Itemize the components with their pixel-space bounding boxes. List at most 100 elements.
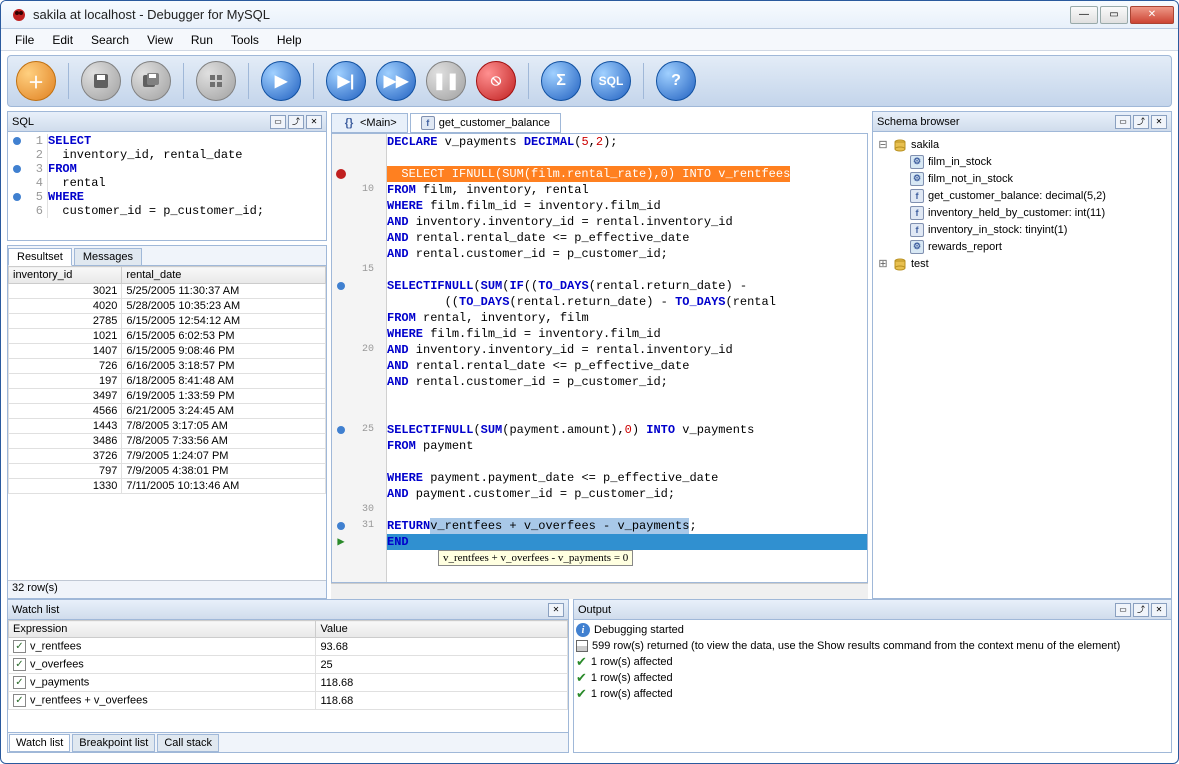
save-button[interactable]	[81, 61, 121, 101]
table-row[interactable]: 14076/15/2005 9:08:46 PM	[9, 344, 326, 359]
column-header[interactable]: Value	[316, 621, 568, 638]
save-all-button[interactable]	[131, 61, 171, 101]
watch-row[interactable]: v_rentfees93.68	[9, 638, 568, 656]
menu-help[interactable]: Help	[269, 31, 310, 49]
schema-tree[interactable]: ⊟sakila⚙film_in_stock⚙film_not_in_stockf…	[873, 132, 1171, 598]
results-grid[interactable]: inventory_idrental_date30215/25/2005 11:…	[8, 266, 326, 580]
pin-icon[interactable]: ⤴	[288, 115, 304, 129]
column-header[interactable]: Expression	[9, 621, 316, 638]
schema-panel: Schema browser ▭ ⤴ ✕ ⊟sakila⚙film_in_sto…	[872, 111, 1172, 599]
checkbox-icon[interactable]	[13, 676, 26, 689]
menu-edit[interactable]: Edit	[44, 31, 81, 49]
check-icon: ✔	[576, 670, 587, 686]
tree-node-item[interactable]: finventory_in_stock: tinyint(1)	[877, 221, 1167, 238]
minimize-button[interactable]: —	[1070, 6, 1098, 24]
close-panel-icon[interactable]: ✕	[306, 115, 322, 129]
tab-call-stack[interactable]: Call stack	[157, 734, 219, 752]
sql-editor[interactable]: 1SELECT2 inventory_id, rental_date3FROM4…	[8, 132, 326, 240]
pin-icon[interactable]: ⤴	[1133, 603, 1149, 617]
checkbox-icon[interactable]	[13, 640, 26, 653]
menu-tools[interactable]: Tools	[223, 31, 267, 49]
add-button[interactable]: ＋	[16, 61, 56, 101]
output-row: ✔1 row(s) affected	[576, 654, 1169, 670]
maximize-button[interactable]: ▭	[1100, 6, 1128, 24]
tree-node-item[interactable]: ⚙film_in_stock	[877, 153, 1167, 170]
output-panel: Output ▭ ⤴ ✕ iDebugging started599 row(s…	[573, 599, 1172, 753]
sql-button[interactable]: SQL	[591, 61, 631, 101]
watch-row[interactable]: v_overfees25	[9, 656, 568, 674]
table-row[interactable]: 13307/11/2005 10:13:46 AM	[9, 479, 326, 494]
menu-search[interactable]: Search	[83, 31, 137, 49]
configure-button[interactable]	[196, 61, 236, 101]
restore-icon[interactable]: ▭	[270, 115, 286, 129]
close-panel-icon[interactable]: ✕	[548, 603, 564, 617]
table-row[interactable]: 7977/9/2005 4:38:01 PM	[9, 464, 326, 479]
menubar: File Edit Search View Run Tools Help	[1, 29, 1178, 51]
code-editor[interactable]: 101520253031▶ DECLARE v_payments DECIMAL…	[331, 133, 868, 583]
pause-button[interactable]: ❚❚	[426, 61, 466, 101]
window-title: sakila at localhost - Debugger for MySQL	[33, 7, 1070, 22]
run-button[interactable]: ▶	[261, 61, 301, 101]
titlebar: sakila at localhost - Debugger for MySQL…	[1, 1, 1178, 29]
tab-function-label: get_customer_balance	[439, 117, 550, 129]
tree-node-item[interactable]: ⚙film_not_in_stock	[877, 170, 1167, 187]
tab-messages[interactable]: Messages	[74, 248, 142, 265]
stop-button[interactable]: ⦸	[476, 61, 516, 101]
checkbox-icon[interactable]	[13, 694, 26, 707]
tree-node-item[interactable]: ⚙rewards_report	[877, 238, 1167, 255]
bottom-area: Watch list ✕ ExpressionValuev_rentfees93…	[1, 599, 1178, 759]
watch-tabs: Watch list Breakpoint list Call stack	[8, 732, 568, 752]
tab-watch-list[interactable]: Watch list	[9, 734, 70, 752]
menu-file[interactable]: File	[7, 31, 42, 49]
tab-breakpoint-list[interactable]: Breakpoint list	[72, 734, 155, 752]
check-icon: ✔	[576, 686, 587, 702]
toolbar: ＋ ▶ ▶| ▶▶ ❚❚ ⦸ Σ SQL ?	[7, 55, 1172, 107]
schema-column: Schema browser ▭ ⤴ ✕ ⊟sakila⚙film_in_sto…	[872, 111, 1172, 599]
table-row[interactable]: 34976/19/2005 1:33:59 PM	[9, 389, 326, 404]
table-row[interactable]: 7266/16/2005 3:18:57 PM	[9, 359, 326, 374]
close-panel-icon[interactable]: ✕	[1151, 115, 1167, 129]
table-row[interactable]: 10216/15/2005 6:02:53 PM	[9, 329, 326, 344]
tab-function[interactable]: f get_customer_balance	[410, 113, 561, 133]
menu-view[interactable]: View	[139, 31, 181, 49]
step-over-button[interactable]: ▶|	[326, 61, 366, 101]
menu-run[interactable]: Run	[183, 31, 221, 49]
restore-icon[interactable]: ▭	[1115, 115, 1131, 129]
output-header: Output ▭ ⤴ ✕	[574, 600, 1171, 620]
table-row[interactable]: 40205/28/2005 10:35:23 AM	[9, 299, 326, 314]
help-button[interactable]: ?	[656, 61, 696, 101]
grid-icon	[576, 640, 588, 652]
evaluate-button[interactable]: Σ	[541, 61, 581, 101]
close-button[interactable]: ✕	[1130, 6, 1174, 24]
schema-title: Schema browser	[877, 116, 1113, 128]
watch-row[interactable]: v_payments118.68	[9, 674, 568, 692]
watch-grid[interactable]: ExpressionValuev_rentfees93.68v_overfees…	[8, 620, 568, 732]
watch-header: Watch list ✕	[8, 600, 568, 620]
tab-resultset[interactable]: Resultset	[8, 248, 72, 266]
restore-icon[interactable]: ▭	[1115, 603, 1131, 617]
tree-node-db[interactable]: ⊞test	[877, 255, 1167, 272]
horizontal-scrollbar[interactable]	[331, 583, 868, 599]
step-into-button[interactable]: ▶▶	[376, 61, 416, 101]
tab-main[interactable]: {} <Main>	[331, 113, 408, 133]
table-row[interactable]: 14437/8/2005 3:17:05 AM	[9, 419, 326, 434]
watch-row[interactable]: v_rentfees + v_overfees118.68	[9, 692, 568, 710]
tree-node-db[interactable]: ⊟sakila	[877, 136, 1167, 153]
table-row[interactable]: 45666/21/2005 3:24:45 AM	[9, 404, 326, 419]
table-row[interactable]: 30215/25/2005 11:30:37 AM	[9, 284, 326, 299]
table-row[interactable]: 34867/8/2005 7:33:56 AM	[9, 434, 326, 449]
output-row: ✔1 row(s) affected	[576, 686, 1169, 702]
table-row[interactable]: 37267/9/2005 1:24:07 PM	[9, 449, 326, 464]
pin-icon[interactable]: ⤴	[1133, 115, 1149, 129]
editor-tabs: {} <Main> f get_customer_balance	[331, 111, 868, 133]
tree-node-item[interactable]: finventory_held_by_customer: int(11)	[877, 204, 1167, 221]
app-icon	[11, 7, 27, 23]
column-header[interactable]: rental_date	[122, 267, 326, 284]
column-header[interactable]: inventory_id	[9, 267, 122, 284]
table-row[interactable]: 27856/15/2005 12:54:12 AM	[9, 314, 326, 329]
close-panel-icon[interactable]: ✕	[1151, 603, 1167, 617]
table-row[interactable]: 1976/18/2005 8:41:48 AM	[9, 374, 326, 389]
checkbox-icon[interactable]	[13, 658, 26, 671]
output-title: Output	[578, 604, 1113, 616]
tree-node-item[interactable]: fget_customer_balance: decimal(5,2)	[877, 187, 1167, 204]
